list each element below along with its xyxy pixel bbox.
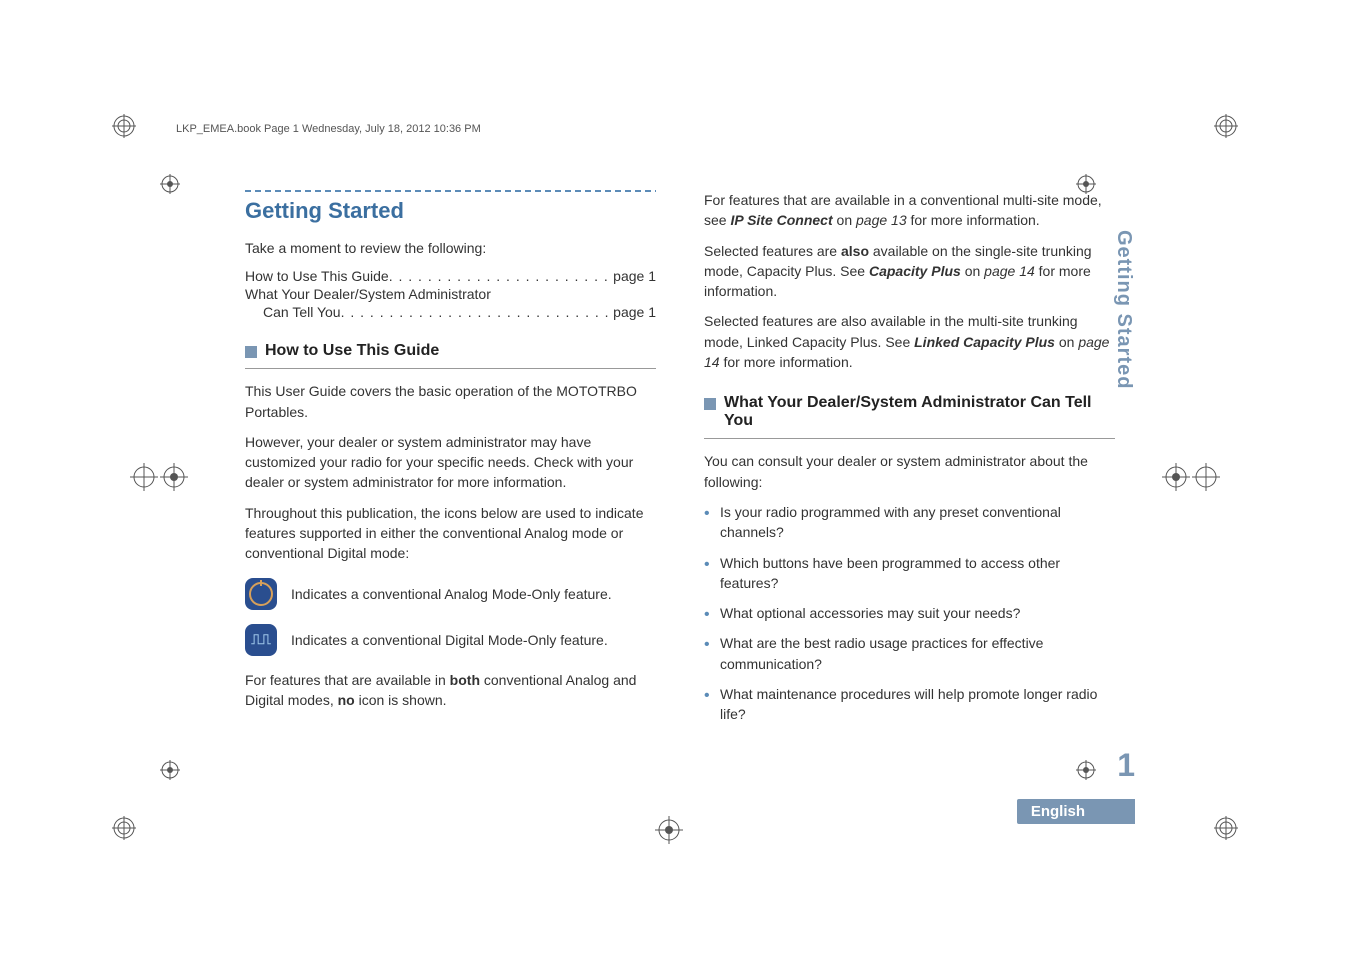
icon-legend-row: Indicates a conventional Analog Mode-Onl… (245, 578, 656, 610)
subhead-text: How to Use This Guide (265, 342, 439, 360)
page-content: Getting Started Take a moment to review … (245, 190, 1115, 810)
toc-label: Can Tell You (263, 304, 341, 320)
list-item: What are the best radio usage practices … (704, 633, 1115, 674)
digital-glyph-icon: ⎍⎍ (251, 632, 271, 648)
side-tab-label: Getting Started (1112, 230, 1135, 389)
toc-entry: How to Use This Guide page 1 (245, 268, 656, 284)
dashed-rule (245, 190, 656, 192)
left-column: Getting Started Take a moment to review … (245, 190, 656, 735)
right-column: For features that are available in a con… (704, 190, 1115, 735)
toc-page: page 1 (609, 268, 656, 284)
bullet-list: Is your radio programmed with any preset… (704, 502, 1115, 725)
language-strip: English (1017, 799, 1135, 824)
register-mark-icon (160, 760, 180, 780)
subhead-text: What Your Dealer/System Administrator Ca… (724, 394, 1115, 430)
body-paragraph: For features that are available in a con… (704, 190, 1115, 231)
crop-mark-icon (112, 816, 136, 840)
analog-glyph-icon (249, 582, 273, 606)
icon-caption: Indicates a conventional Analog Mode-Onl… (291, 586, 612, 602)
print-header-line: LKP_EMEA.book Page 1 Wednesday, July 18,… (176, 123, 481, 135)
body-paragraph: This User Guide covers the basic operati… (245, 381, 656, 422)
icon-caption: Indicates a conventional Digital Mode-On… (291, 632, 608, 648)
divider (245, 368, 656, 369)
list-item: Which buttons have been programmed to ac… (704, 553, 1115, 594)
list-item: Is your radio programmed with any preset… (704, 502, 1115, 543)
register-mark-icon (655, 816, 683, 844)
toc-entry: What Your Dealer/System Administrator (245, 286, 656, 302)
body-paragraph: You can consult your dealer or system ad… (704, 451, 1115, 492)
body-paragraph: For features that are available in both … (245, 670, 656, 711)
toc-dots (341, 304, 610, 320)
register-mark-icon (130, 463, 158, 491)
register-mark-icon (1192, 463, 1220, 491)
intro-text: Take a moment to review the following: (245, 238, 656, 258)
subheading-how-to-use: How to Use This Guide (245, 342, 656, 360)
subheading-dealer-admin: What Your Dealer/System Administrator Ca… (704, 394, 1115, 430)
register-mark-icon (160, 463, 188, 491)
analog-mode-icon (245, 578, 277, 610)
body-paragraph: However, your dealer or system administr… (245, 432, 656, 493)
page-number: 1 (1117, 747, 1135, 784)
subhead-marker-icon (245, 346, 257, 358)
toc-label: What Your Dealer/System Administrator (245, 286, 491, 302)
toc-entry: Can Tell You page 1 (245, 304, 656, 320)
register-mark-icon (1162, 463, 1190, 491)
digital-mode-icon: ⎍⎍ (245, 624, 277, 656)
list-item: What optional accessories may suit your … (704, 603, 1115, 623)
section-title: Getting Started (245, 198, 656, 224)
crop-mark-icon (112, 114, 136, 138)
list-item: What maintenance procedures will help pr… (704, 684, 1115, 725)
toc-label: How to Use This Guide (245, 268, 389, 284)
body-paragraph: Selected features are also available in … (704, 311, 1115, 372)
crop-mark-icon (1214, 816, 1238, 840)
toc-dots (389, 268, 609, 284)
crop-mark-icon (1214, 114, 1238, 138)
icon-legend-row: ⎍⎍ Indicates a conventional Digital Mode… (245, 624, 656, 656)
register-mark-icon (160, 174, 180, 194)
subhead-marker-icon (704, 398, 716, 410)
divider (704, 438, 1115, 439)
toc-page: page 1 (609, 304, 656, 320)
body-paragraph: Selected features are also available on … (704, 241, 1115, 302)
body-paragraph: Throughout this publication, the icons b… (245, 503, 656, 564)
